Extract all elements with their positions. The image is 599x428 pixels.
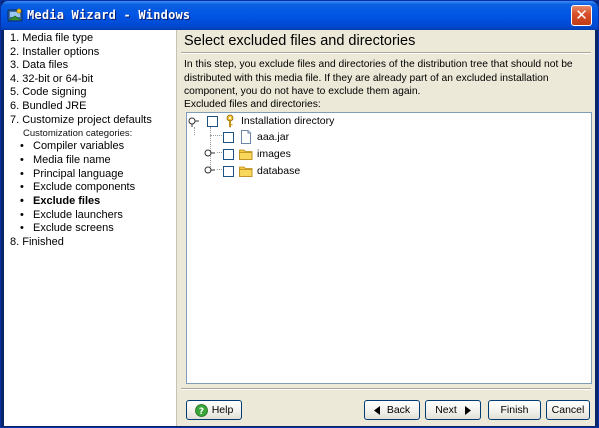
media-wizard-window: Media Wizard - Windows ✕ 1. Media file t…: [0, 0, 599, 428]
collapse-toggle-icon[interactable]: [188, 115, 200, 127]
exclude-checkbox[interactable]: [207, 115, 218, 127]
close-button[interactable]: ✕: [571, 5, 592, 26]
category-principal-language[interactable]: • Principal language: [4, 168, 176, 182]
tree-node-label: aaa.jar: [257, 131, 290, 143]
step-list: 1. Media file type 2. Installer options …: [4, 30, 176, 250]
category-media-file-name[interactable]: • Media file name: [4, 154, 176, 168]
bullet-icon: •: [20, 140, 24, 153]
category-compiler-variables[interactable]: • Compiler variables: [4, 140, 176, 154]
arrow-right-icon: [464, 405, 471, 415]
help-label: Help: [211, 404, 234, 416]
category-label: Principal language: [33, 167, 124, 180]
step-data-files[interactable]: 3. Data files: [4, 59, 176, 73]
bullet-icon: •: [20, 208, 24, 221]
step-description: In this step, you exclude files and dire…: [184, 59, 573, 98]
back-label: Back: [386, 404, 411, 416]
expand-toggle-icon[interactable]: [204, 164, 216, 176]
category-label: Exclude components: [33, 181, 136, 194]
category-label: Exclude launchers: [33, 208, 123, 221]
step-installer-options[interactable]: 2. Installer options: [4, 46, 176, 60]
category-label: Media file name: [33, 153, 111, 166]
expand-toggle-icon[interactable]: [204, 147, 216, 159]
step-finished[interactable]: 8. Finished: [4, 236, 176, 250]
step-customize-defaults[interactable]: 7. Customize project defaults: [4, 114, 176, 128]
next-label: Next: [435, 404, 457, 416]
cancel-label: Cancel: [551, 404, 585, 416]
step-media-file-type[interactable]: 1. Media file type: [4, 32, 176, 46]
bullet-icon: •: [20, 222, 24, 235]
tree-node-images[interactable]: images: [223, 146, 291, 162]
file-icon: [239, 130, 253, 144]
exclude-checkbox[interactable]: [223, 148, 234, 160]
tree-node-installation-directory[interactable]: Installation directory: [207, 113, 334, 129]
title-bar[interactable]: Media Wizard - Windows ✕: [1, 1, 598, 30]
category-label: Exclude screens: [33, 222, 114, 235]
back-button[interactable]: Back: [364, 400, 420, 420]
tree-node-label: images: [257, 148, 291, 160]
svg-text:?: ?: [199, 407, 204, 417]
content-panel: Select excluded files and directories In…: [177, 30, 595, 426]
cancel-button[interactable]: Cancel: [546, 400, 590, 420]
page-title: Select excluded files and directories: [184, 33, 416, 49]
step-code-signing[interactable]: 5. Code signing: [4, 86, 176, 100]
arrow-left-icon: [373, 405, 381, 415]
exclude-checkbox[interactable]: [223, 165, 234, 177]
step-32-or-64-bit[interactable]: 4. 32-bit or 64-bit: [4, 73, 176, 87]
tree-node-label: Installation directory: [241, 115, 335, 127]
key-icon: [223, 114, 237, 128]
wizard-client: 1. Media file type 2. Installer options …: [4, 30, 595, 426]
finish-button[interactable]: Finish: [488, 400, 541, 420]
excluded-files-tree[interactable]: Installation directory aaa.jar images da…: [186, 112, 592, 384]
app-icon: [7, 7, 23, 23]
bullet-icon: •: [20, 167, 24, 180]
tree-connector: [217, 152, 222, 153]
tree-node-aaa-jar[interactable]: aaa.jar: [223, 129, 289, 145]
step-navigation: 1. Media file type 2. Installer options …: [4, 30, 177, 426]
close-icon: ✕: [575, 6, 588, 24]
help-button[interactable]: ? Help: [186, 400, 242, 420]
button-separator: [181, 388, 591, 390]
category-exclude-files[interactable]: • Exclude files: [4, 195, 176, 209]
window-title: Media Wizard - Windows: [27, 8, 191, 22]
tree-node-database[interactable]: database: [223, 163, 300, 179]
folder-icon: [239, 147, 253, 161]
category-exclude-launchers[interactable]: • Exclude launchers: [4, 209, 176, 223]
tree-connector: [210, 135, 222, 136]
tree-connector: [194, 127, 195, 135]
help-icon: ?: [194, 403, 208, 417]
step-bundled-jre[interactable]: 6. Bundled JRE: [4, 100, 176, 114]
category-exclude-components[interactable]: • Exclude components: [4, 181, 176, 195]
category-label: Exclude files: [33, 194, 101, 207]
bullet-icon: •: [20, 194, 24, 207]
folder-icon: [239, 164, 253, 178]
category-exclude-screens[interactable]: • Exclude screens: [4, 222, 176, 236]
bullet-icon: •: [20, 181, 24, 194]
next-button[interactable]: Next: [425, 400, 481, 420]
tree-node-label: database: [257, 165, 301, 177]
tree-connector: [217, 169, 222, 170]
finish-label: Finish: [500, 404, 529, 416]
title-separator: [181, 52, 591, 54]
category-label: Compiler variables: [33, 140, 125, 153]
bullet-icon: •: [20, 153, 24, 166]
exclude-checkbox[interactable]: [223, 131, 234, 143]
customization-categories-header: Customization categories:: [23, 128, 133, 140]
tree-label: Excluded files and directories:: [184, 99, 321, 110]
